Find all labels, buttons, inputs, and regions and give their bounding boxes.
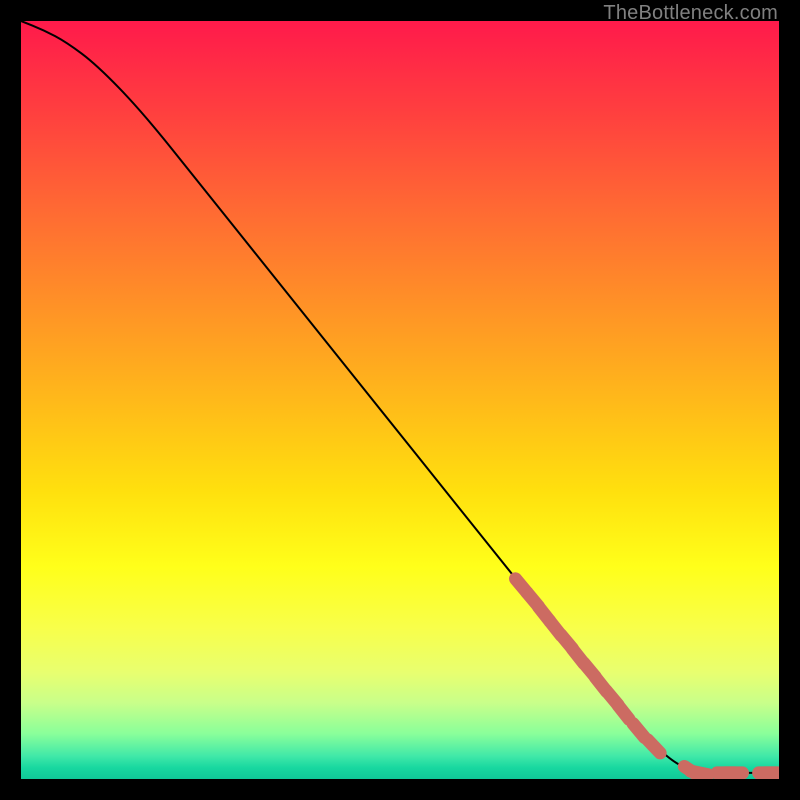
highlight-markers: [516, 579, 779, 777]
attribution-text: TheBottleneck.com: [603, 2, 778, 25]
chart-stage: TheBottleneck.com: [0, 0, 800, 800]
curve-line: [21, 21, 771, 773]
chart-overlay-svg: [21, 21, 779, 779]
gradient-plot-area: [21, 21, 779, 779]
